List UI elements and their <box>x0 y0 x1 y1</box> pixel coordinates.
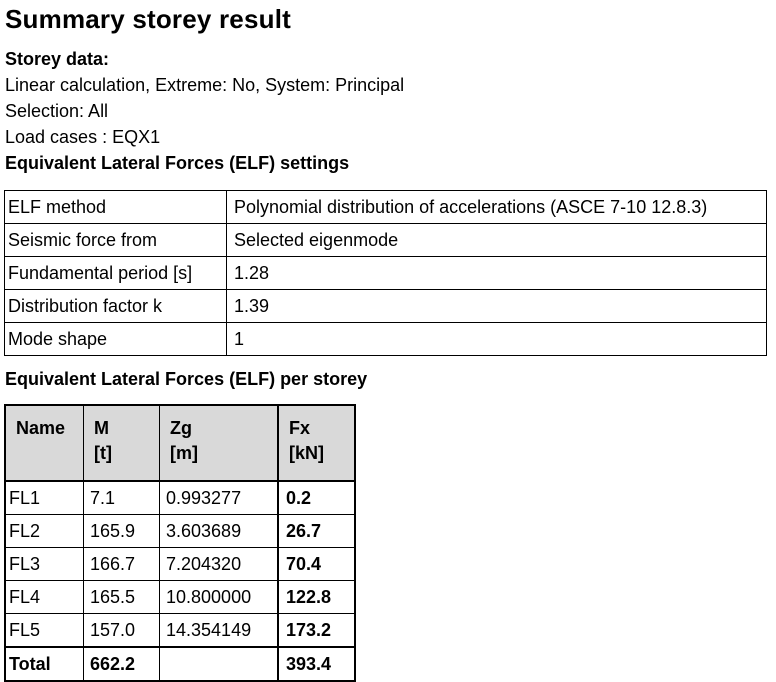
cell-name: FL5 <box>4 613 84 648</box>
cell-name: FL1 <box>4 480 84 515</box>
table-row: FL3 166.7 7.204320 70.4 <box>4 547 356 581</box>
elf-settings-table: ELF method Polynomial distribution of ac… <box>4 190 767 356</box>
cell-zg: 0.993277 <box>159 480 279 515</box>
total-fx: 393.4 <box>277 646 356 682</box>
column-unit: [m] <box>170 443 198 463</box>
column-header-name: Name <box>4 404 84 482</box>
cell-fx: 173.2 <box>277 613 356 648</box>
column-name: M <box>94 418 109 438</box>
settings-row: Seismic force from Selected eigenmode <box>4 223 767 257</box>
column-header-zg: Zg [m] <box>159 404 279 482</box>
cell-name: FL4 <box>4 580 84 614</box>
cell-fx: 70.4 <box>277 547 356 581</box>
elf-settings-heading: Equivalent Lateral Forces (ELF) settings <box>5 153 350 173</box>
table-row: FL2 165.9 3.603689 26.7 <box>4 514 356 548</box>
calculation-info: Linear calculation, Extreme: No, System:… <box>5 75 405 95</box>
cell-zg: 3.603689 <box>159 514 279 548</box>
table-header-row: Name M [t] Zg [m] Fx [kN] <box>4 404 356 482</box>
settings-key: Distribution factor k <box>4 289 227 323</box>
column-name: Zg <box>170 418 192 438</box>
settings-row: Distribution factor k 1.39 <box>4 289 767 323</box>
settings-row: Mode shape 1 <box>4 322 767 356</box>
load-cases-info: Load cases : EQX1 <box>5 127 161 147</box>
page-title: Summary storey result <box>5 4 291 34</box>
selection-info: Selection: All <box>5 101 109 121</box>
total-m: 662.2 <box>83 646 160 682</box>
storey-data-heading: Storey data: <box>5 49 110 69</box>
cell-name: FL2 <box>4 514 84 548</box>
table-row: FL4 165.5 10.800000 122.8 <box>4 580 356 614</box>
settings-value: Polynomial distribution of accelerations… <box>226 190 767 224</box>
total-row: Total 662.2 393.4 <box>4 646 356 682</box>
column-unit: [kN] <box>289 443 324 463</box>
cell-name: FL3 <box>4 547 84 581</box>
settings-row: Fundamental period [s] 1.28 <box>4 256 767 290</box>
column-unit: [t] <box>94 443 112 463</box>
settings-key: Mode shape <box>4 322 227 356</box>
cell-fx: 122.8 <box>277 580 356 614</box>
cell-m: 165.5 <box>83 580 160 614</box>
elf-per-storey-heading: Equivalent Lateral Forces (ELF) per stor… <box>5 369 368 389</box>
cell-zg: 10.800000 <box>159 580 279 614</box>
cell-fx: 0.2 <box>277 480 356 515</box>
cell-m: 165.9 <box>83 514 160 548</box>
column-name: Name <box>16 418 66 438</box>
column-name: Fx <box>289 418 311 438</box>
settings-key: Seismic force from <box>4 223 227 257</box>
settings-row: ELF method Polynomial distribution of ac… <box>4 190 767 224</box>
settings-value: 1.39 <box>226 289 767 323</box>
cell-m: 7.1 <box>83 480 160 515</box>
elf-storey-table: Name M [t] Zg [m] Fx [kN] FL1 7.1 0.9932… <box>4 404 356 682</box>
column-header-m: M [t] <box>83 404 160 482</box>
column-header-fx: Fx [kN] <box>277 404 356 482</box>
settings-value: Selected eigenmode <box>226 223 767 257</box>
table-row: FL1 7.1 0.993277 0.2 <box>4 480 356 515</box>
cell-m: 157.0 <box>83 613 160 648</box>
settings-value: 1.28 <box>226 256 767 290</box>
cell-zg: 7.204320 <box>159 547 279 581</box>
table-row: FL5 157.0 14.354149 173.2 <box>4 613 356 648</box>
cell-fx: 26.7 <box>277 514 356 548</box>
cell-m: 166.7 <box>83 547 160 581</box>
cell-zg: 14.354149 <box>159 613 279 648</box>
settings-value: 1 <box>226 322 767 356</box>
total-label: Total <box>4 646 84 682</box>
total-zg <box>159 646 279 682</box>
settings-key: Fundamental period [s] <box>4 256 227 290</box>
settings-key: ELF method <box>4 190 227 224</box>
